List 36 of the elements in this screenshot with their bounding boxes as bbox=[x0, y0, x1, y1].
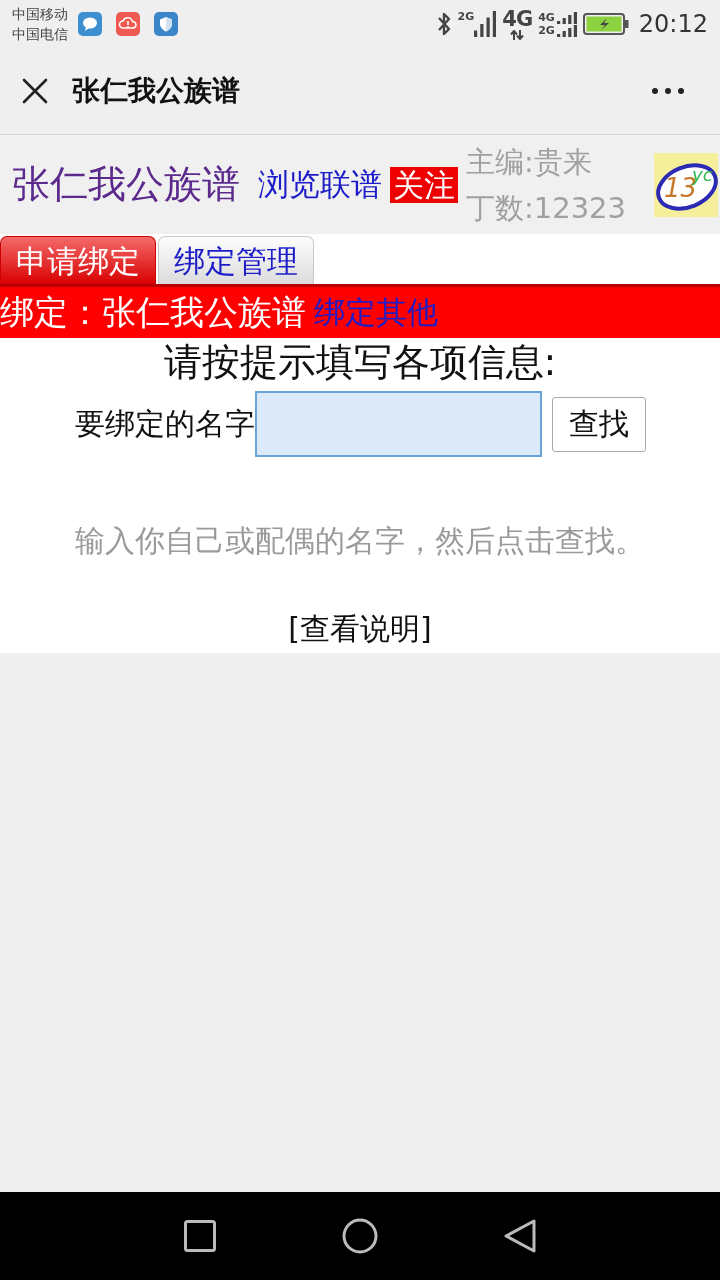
carrier-name: 中国移动 bbox=[12, 5, 68, 24]
network-type-label: 2G bbox=[538, 24, 555, 37]
tab[interactable]: 绑定管理 bbox=[158, 236, 314, 284]
tab[interactable]: 申请绑定 bbox=[0, 236, 156, 284]
back-icon[interactable] bbox=[502, 1218, 538, 1254]
search-button[interactable]: 查找 bbox=[551, 396, 646, 452]
close-icon[interactable] bbox=[22, 78, 48, 104]
network-type-label: 4G bbox=[538, 11, 555, 24]
editor-label: 主编:贵来 bbox=[466, 143, 593, 181]
recent-apps-icon[interactable] bbox=[182, 1218, 218, 1254]
form-heading: 请按提示填写各项信息: bbox=[163, 339, 557, 386]
member-count: 丁数:12323 bbox=[466, 189, 627, 227]
browse-link[interactable]: 浏览联谱 bbox=[258, 163, 382, 206]
clock-time: 20:12 bbox=[638, 10, 708, 38]
follow-button[interactable]: 关注 bbox=[390, 166, 458, 203]
home-icon[interactable] bbox=[342, 1218, 378, 1254]
help-link[interactable]: [查看说明] bbox=[288, 609, 432, 649]
genealogy-title: 张仁我公族谱 bbox=[12, 161, 240, 208]
name-input[interactable] bbox=[254, 391, 542, 457]
network-type-label: 4G bbox=[502, 8, 533, 30]
signal-strength-icon bbox=[556, 24, 577, 37]
carrier-name: 中国电信 bbox=[12, 25, 68, 44]
hint-text: 输入你自己或配偶的名字，然后点击查找。 bbox=[75, 522, 645, 560]
cloud-alert-icon bbox=[116, 12, 140, 36]
binding-label: 绑定：张仁我公族谱 bbox=[0, 290, 306, 334]
network-type-label: 2G bbox=[457, 11, 475, 23]
shield-icon bbox=[154, 12, 178, 36]
more-options-icon[interactable] bbox=[652, 88, 684, 94]
data-activity-icon bbox=[510, 30, 525, 40]
bluetooth-icon bbox=[435, 11, 452, 37]
chat-bubble-icon bbox=[78, 12, 102, 36]
battery-charging-icon bbox=[582, 13, 629, 35]
signal-strength-icon bbox=[556, 11, 577, 24]
page-title: 张仁我公族谱 bbox=[72, 73, 240, 109]
name-label: 要绑定的名字 bbox=[74, 404, 255, 443]
signal-strength-icon bbox=[474, 11, 497, 37]
